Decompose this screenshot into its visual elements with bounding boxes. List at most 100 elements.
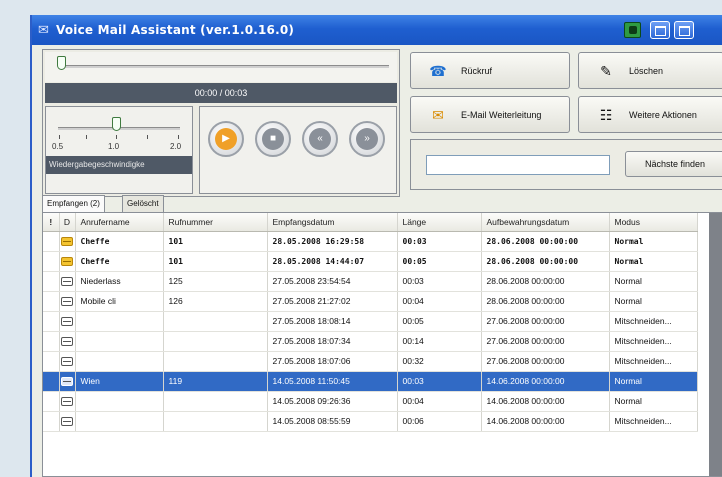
table-row[interactable]: Mobile cli 126 27.05.2008 21:27:02 00:04 28.… xyxy=(43,291,698,312)
play-icon: ▶ xyxy=(215,128,237,150)
priority-cell xyxy=(43,411,60,432)
table-header: ! D Anrufername Rufnummer Empfangsdatum … xyxy=(43,213,698,232)
column-header-retention-date[interactable]: Aufbewahrungsdatum xyxy=(481,213,610,232)
speed-tick xyxy=(59,135,60,139)
table-row[interactable]: 27.05.2008 18:08:14 00:05 27.06.2008 00:00… xyxy=(43,311,698,332)
priority-cell xyxy=(43,291,60,312)
received-date-cell: 27.05.2008 18:07:34 xyxy=(267,331,398,352)
mode-cell: Normal xyxy=(609,291,698,312)
player-panel: 00:00 / 00:03 0.5 1.0 2.0 Wiedergabegesc… xyxy=(42,49,400,197)
message-icon-cell xyxy=(59,311,76,332)
table-row[interactable]: 14.05.2008 08:55:59 00:06 14.06.2008 00:00… xyxy=(43,411,698,432)
more-actions-button[interactable]: ☷ Weitere Aktionen xyxy=(578,96,722,133)
delete-button[interactable]: ✎ Löschen xyxy=(578,52,722,89)
column-header-priority[interactable]: ! xyxy=(43,213,60,232)
column-header-mode[interactable]: Modus xyxy=(609,213,698,232)
seek-thumb[interactable] xyxy=(57,56,66,70)
column-header-caller-name[interactable]: Anrufername xyxy=(75,213,164,232)
number-cell: 101 xyxy=(163,231,268,252)
message-icon-cell xyxy=(59,291,76,312)
email-forward-button[interactable]: ✉ E-Mail Weiterleitung xyxy=(410,96,570,133)
speed-label-min: 0.5 xyxy=(52,142,64,151)
read-message-icon xyxy=(61,337,73,347)
column-header-received-date[interactable]: Empfangsdatum xyxy=(267,213,398,232)
table-scrollbar[interactable] xyxy=(709,213,722,476)
table-row[interactable]: Wien 119 14.05.2008 11:50:45 00:03 14.06.200… xyxy=(43,371,698,392)
caller-name-cell: Niederlass xyxy=(75,271,164,292)
tab-received[interactable]: Empfangen (2) xyxy=(42,195,105,213)
received-date-cell: 27.05.2008 18:07:06 xyxy=(267,351,398,372)
length-cell: 00:04 xyxy=(397,391,482,412)
maximize-button[interactable] xyxy=(674,21,694,39)
priority-cell xyxy=(43,311,60,332)
message-icon-cell xyxy=(59,331,76,352)
search-input[interactable] xyxy=(426,155,610,175)
forward-button[interactable]: » xyxy=(349,121,385,157)
table-row[interactable]: Niederlass 125 27.05.2008 23:54:54 00:03 28.… xyxy=(43,271,698,292)
number-cell: 125 xyxy=(163,271,268,292)
playback-speed-panel: 0.5 1.0 2.0 Wiedergabegeschwindigke xyxy=(45,106,193,194)
mode-cell: Normal xyxy=(609,371,698,392)
message-icon-cell xyxy=(59,411,76,432)
retention-date-cell: 27.06.2008 00:00:00 xyxy=(481,331,610,352)
number-cell: 126 xyxy=(163,291,268,312)
rewind-button[interactable]: « xyxy=(302,121,338,157)
more-actions-label: Weitere Aktionen xyxy=(629,110,697,120)
number-cell: 101 xyxy=(163,251,268,272)
speed-label-mid: 1.0 xyxy=(108,142,120,151)
seek-bar[interactable] xyxy=(45,52,397,82)
table-row[interactable]: 14.05.2008 09:26:36 00:04 14.06.2008 00:00… xyxy=(43,391,698,412)
new-message-icon xyxy=(61,236,73,246)
received-date-cell: 28.05.2008 14:44:07 xyxy=(267,251,398,272)
speed-caption: Wiedergabegeschwindigke xyxy=(46,156,192,174)
retention-date-cell: 14.06.2008 00:00:00 xyxy=(481,411,610,432)
length-cell: 00:03 xyxy=(397,271,482,292)
mode-cell: Mitschneiden... xyxy=(609,331,698,352)
priority-cell xyxy=(43,351,60,372)
number-cell xyxy=(163,411,268,432)
title-bar[interactable]: ✉ Voice Mail Assistant (ver.1.0.16.0) xyxy=(32,15,722,45)
search-panel: Nächste finden xyxy=(410,139,722,190)
read-message-icon xyxy=(61,377,73,387)
callback-button[interactable]: ☎ Rückruf xyxy=(410,52,570,89)
length-cell: 00:14 xyxy=(397,331,482,352)
caller-name-cell xyxy=(75,391,164,412)
received-date-cell: 28.05.2008 16:29:58 xyxy=(267,231,398,252)
table-row[interactable]: 27.05.2008 18:07:34 00:14 27.06.2008 00:00… xyxy=(43,331,698,352)
priority-cell xyxy=(43,231,60,252)
column-header-document[interactable]: D xyxy=(59,213,76,232)
column-header-number[interactable]: Rufnummer xyxy=(163,213,268,232)
tray-icon[interactable] xyxy=(624,22,641,38)
tab-deleted[interactable]: Gelöscht xyxy=(122,195,164,212)
play-button[interactable]: ▶ xyxy=(208,121,244,157)
email-icon: ✉ xyxy=(432,107,444,123)
priority-cell xyxy=(43,371,60,392)
table-row[interactable]: Cheffe 101 28.05.2008 14:44:07 00:05 28.06.2… xyxy=(43,251,698,272)
received-date-cell: 14.05.2008 11:50:45 xyxy=(267,371,398,392)
mode-cell: Mitschneiden... xyxy=(609,311,698,332)
mode-cell: Mitschneiden... xyxy=(609,351,698,372)
message-icon-cell xyxy=(59,351,76,372)
callback-label: Rückruf xyxy=(461,66,493,76)
message-icon-cell xyxy=(59,391,76,412)
mode-cell: Normal xyxy=(609,251,698,272)
speed-slider-thumb[interactable] xyxy=(112,117,121,131)
caller-name-cell xyxy=(75,311,164,332)
read-message-icon xyxy=(61,357,73,367)
received-date-cell: 27.05.2008 23:54:54 xyxy=(267,271,398,292)
stop-icon: ■ xyxy=(262,128,284,150)
new-message-icon xyxy=(61,256,73,266)
minimize-button[interactable] xyxy=(650,21,670,39)
priority-cell xyxy=(43,271,60,292)
received-date-cell: 27.05.2008 18:08:14 xyxy=(267,311,398,332)
mode-cell: Mitschneiden... xyxy=(609,411,698,432)
stop-button[interactable]: ■ xyxy=(255,121,291,157)
table-row[interactable]: 27.05.2008 18:07:06 00:32 27.06.2008 00:00… xyxy=(43,351,698,372)
message-icon-cell xyxy=(59,251,76,272)
number-cell xyxy=(163,311,268,332)
retention-date-cell: 27.06.2008 00:00:00 xyxy=(481,351,610,372)
find-next-button[interactable]: Nächste finden xyxy=(625,151,722,177)
table-row[interactable]: Cheffe 101 28.05.2008 16:29:58 00:03 28.06.2… xyxy=(43,231,698,252)
column-header-length[interactable]: Länge xyxy=(397,213,482,232)
priority-cell xyxy=(43,331,60,352)
